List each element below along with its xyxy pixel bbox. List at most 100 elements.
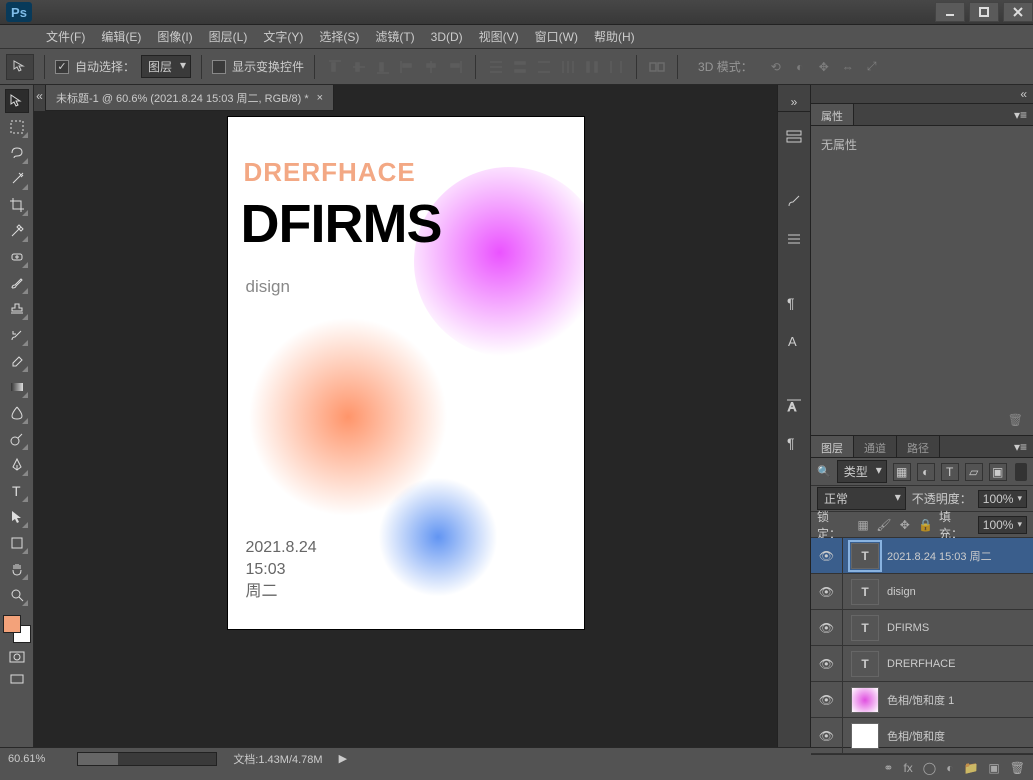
- layer-name[interactable]: 2021.8.24 15:03 周二: [887, 548, 992, 564]
- magic-wand-tool[interactable]: [5, 167, 29, 191]
- quickmask-toggle[interactable]: [7, 649, 27, 665]
- document-canvas[interactable]: DRERFHACE DFIRMS disign 2021.8.24 15:03 …: [228, 117, 584, 629]
- channels-panel-tab[interactable]: 通道: [854, 436, 897, 457]
- window-close[interactable]: [1003, 2, 1033, 22]
- menu-help[interactable]: 帮助(H): [586, 24, 643, 49]
- status-more-icon[interactable]: ▶: [339, 752, 347, 765]
- layer-name[interactable]: DFIRMS: [887, 622, 929, 634]
- adjustment-layer-icon[interactable]: ◐: [946, 761, 953, 775]
- trash-icon[interactable]: 🗑: [1008, 413, 1023, 427]
- menu-window[interactable]: 窗口(W): [527, 24, 586, 49]
- filter-smart-icon[interactable]: ▣: [989, 463, 1007, 481]
- layer-row[interactable]: 👁 色相/饱和度: [811, 718, 1033, 754]
- lasso-tool[interactable]: [5, 141, 29, 165]
- visibility-toggle[interactable]: 👁: [811, 682, 843, 717]
- layer-kind-dropdown[interactable]: 类型: [837, 460, 887, 483]
- paths-panel-tab[interactable]: 路径: [897, 436, 940, 457]
- document-tab[interactable]: 未标题-1 @ 60.6% (2021.8.24 15:03 周二, RGB/8…: [46, 85, 334, 110]
- crop-tool[interactable]: [5, 193, 29, 217]
- collapse-props-icon[interactable]: «: [811, 85, 1033, 104]
- pen-tool[interactable]: [5, 453, 29, 477]
- canvas-area[interactable]: DRERFHACE DFIRMS disign 2021.8.24 15:03 …: [34, 111, 777, 747]
- menu-type[interactable]: 文字(Y): [255, 24, 311, 49]
- layers-panel-tab[interactable]: 图层: [811, 436, 854, 457]
- menu-layer[interactable]: 图层(L): [201, 24, 256, 49]
- blur-tool[interactable]: [5, 401, 29, 425]
- zoom-level[interactable]: 60.61%: [8, 753, 45, 765]
- text-tool[interactable]: T: [5, 479, 29, 503]
- filter-text-icon[interactable]: T: [941, 463, 959, 481]
- glyphs-panel-icon[interactable]: A: [781, 392, 807, 418]
- link-layers-icon[interactable]: ⚭: [883, 761, 893, 775]
- layers-panel-menu[interactable]: ▾≡: [1008, 436, 1033, 457]
- lock-position-icon[interactable]: ✥: [898, 517, 913, 533]
- marquee-tool[interactable]: [5, 115, 29, 139]
- layer-mask-icon[interactable]: ◯: [923, 761, 936, 775]
- gradient-tool[interactable]: [5, 375, 29, 399]
- layer-row[interactable]: 👁 T DFIRMS: [811, 610, 1033, 646]
- new-layer-icon[interactable]: ▣: [988, 761, 999, 775]
- filter-shape-icon[interactable]: ▱: [965, 463, 983, 481]
- hand-tool[interactable]: [5, 557, 29, 581]
- opacity-value[interactable]: 100%: [978, 490, 1027, 508]
- auto-select-checkbox[interactable]: [55, 60, 69, 74]
- menu-view[interactable]: 视图(V): [471, 24, 527, 49]
- path-select-tool[interactable]: [5, 505, 29, 529]
- eraser-tool[interactable]: [5, 349, 29, 373]
- close-tab-icon[interactable]: ×: [317, 92, 323, 104]
- brush-panel-icon[interactable]: [781, 188, 807, 214]
- fg-color-swatch[interactable]: [3, 615, 21, 633]
- menu-3d[interactable]: 3D(D): [423, 26, 471, 48]
- history-panel-icon[interactable]: [781, 124, 807, 150]
- document-size[interactable]: 文档:1.43M/4.78M: [233, 751, 322, 767]
- window-maximize[interactable]: [969, 2, 999, 22]
- layer-row[interactable]: 👁 T 2021.8.24 15:03 周二: [811, 538, 1033, 574]
- layer-group-icon[interactable]: 📁: [963, 761, 978, 775]
- visibility-toggle[interactable]: 👁: [811, 574, 843, 609]
- layer-row[interactable]: 👁 T disign: [811, 574, 1033, 610]
- dodge-tool[interactable]: [5, 427, 29, 451]
- filter-toggle[interactable]: [1015, 463, 1027, 481]
- brush-presets-icon[interactable]: [781, 226, 807, 252]
- lock-pixels-icon[interactable]: 🖌: [876, 517, 891, 533]
- layer-row[interactable]: 👁 T DRERFHACE: [811, 646, 1033, 682]
- window-minimize[interactable]: [935, 2, 965, 22]
- properties-panel-menu[interactable]: ▾≡: [1008, 104, 1033, 125]
- properties-panel-tab[interactable]: 属性: [811, 104, 854, 125]
- move-tool[interactable]: [5, 89, 29, 113]
- delete-layer-icon[interactable]: 🗑: [1010, 761, 1025, 775]
- screenmode-toggle[interactable]: [7, 671, 27, 687]
- heal-tool[interactable]: [5, 245, 29, 269]
- blend-mode-dropdown[interactable]: 正常: [817, 487, 906, 510]
- fill-value[interactable]: 100%: [978, 516, 1027, 534]
- history-brush-tool[interactable]: [5, 323, 29, 347]
- collapse-right-icon[interactable]: »: [778, 93, 810, 112]
- visibility-toggle[interactable]: 👁: [811, 718, 843, 753]
- menu-edit[interactable]: 编辑(E): [93, 24, 149, 49]
- visibility-toggle[interactable]: 👁: [811, 538, 843, 573]
- layer-name[interactable]: 色相/饱和度: [887, 728, 945, 744]
- lock-transparency-icon[interactable]: ▦: [856, 517, 871, 533]
- move-tool-indicator[interactable]: [6, 54, 34, 80]
- layer-name[interactable]: DRERFHACE: [887, 658, 955, 670]
- brush-tool[interactable]: [5, 271, 29, 295]
- menu-image[interactable]: 图像(I): [149, 24, 200, 49]
- status-scrollbar[interactable]: [77, 752, 217, 766]
- lock-all-icon[interactable]: 🔒: [918, 517, 933, 533]
- layer-name[interactable]: 色相/饱和度 1: [887, 692, 954, 708]
- layer-fx-icon[interactable]: fx: [903, 761, 912, 775]
- zoom-tool[interactable]: [5, 583, 29, 607]
- eyedropper-tool[interactable]: [5, 219, 29, 243]
- character-panel-icon[interactable]: A: [781, 328, 807, 354]
- shape-tool[interactable]: [5, 531, 29, 555]
- menu-filter[interactable]: 滤镜(T): [367, 24, 422, 49]
- filter-pixel-icon[interactable]: ▦: [893, 463, 911, 481]
- menu-file[interactable]: 文件(F): [38, 24, 93, 49]
- layer-row[interactable]: 👁 色相/饱和度 1: [811, 682, 1033, 718]
- paragraph-styles-icon[interactable]: ¶: [781, 430, 807, 456]
- visibility-toggle[interactable]: 👁: [811, 610, 843, 645]
- layer-name[interactable]: disign: [887, 586, 916, 598]
- visibility-toggle[interactable]: 👁: [811, 646, 843, 681]
- show-transform-checkbox[interactable]: [212, 60, 226, 74]
- stamp-tool[interactable]: [5, 297, 29, 321]
